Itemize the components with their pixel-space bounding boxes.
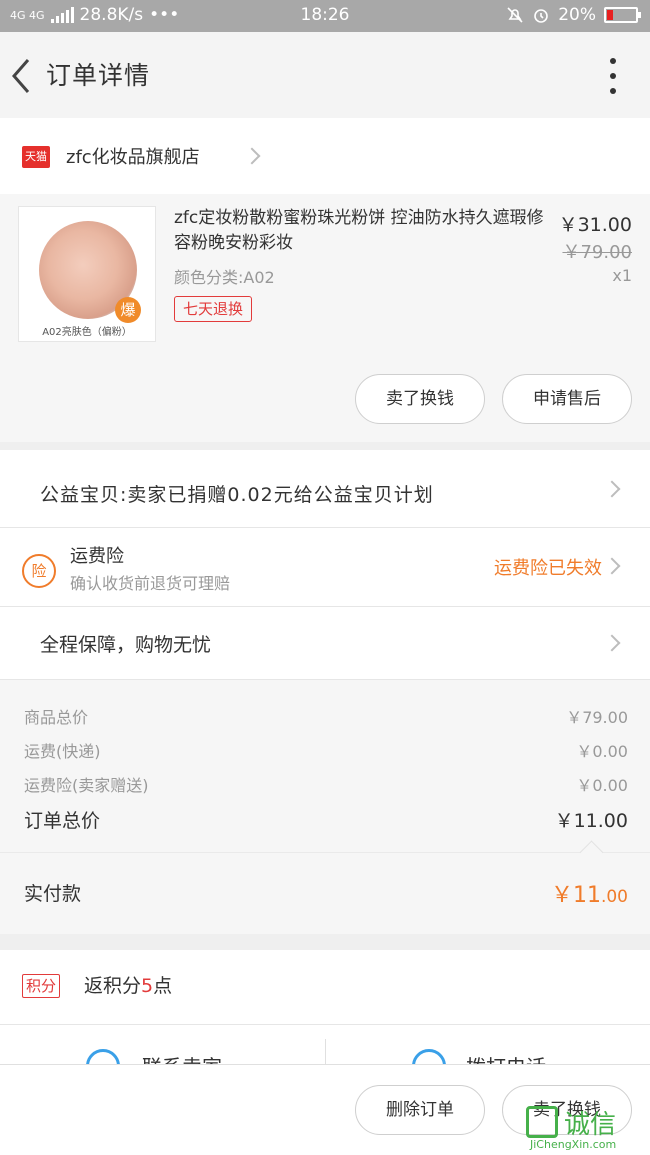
more-menu-icon[interactable] (608, 58, 618, 94)
phone-icon[interactable] (412, 1049, 446, 1064)
points-text: 返积分5点 (84, 971, 172, 998)
paid-label: 实付款 (24, 883, 82, 905)
points-badge: 积分 (22, 974, 61, 998)
insurance-status: 运费险已失效 (494, 558, 602, 579)
chevron-right-icon (603, 557, 621, 575)
back-arrow-icon[interactable] (8, 56, 36, 96)
clock: 18:26 (300, 5, 350, 25)
call-phone-button[interactable]: 拨打电话 (466, 1051, 546, 1064)
product-price: ￥31.00 (558, 214, 632, 236)
battery-percent: 20% (558, 5, 596, 25)
chat-icon[interactable] (86, 1049, 120, 1064)
chevron-right-icon (603, 480, 621, 498)
divider (325, 1039, 326, 1064)
store-row[interactable]: 天猫 zfc化妆品旗舰店 (0, 118, 650, 194)
paid-amount-main: ￥11 (550, 883, 601, 908)
return-policy-tag: 七天退换 (174, 296, 253, 322)
guarantee-row[interactable]: 全程保障，购物无忧 (0, 607, 650, 680)
insurance-icon: 险 (22, 554, 56, 588)
points-number: 5 (141, 975, 154, 997)
watermark-icon (526, 1106, 558, 1138)
paid-amount-row: 实付款 ￥11.00 (0, 852, 650, 934)
after-sale-button[interactable]: 申请售后 (502, 374, 632, 424)
insurance-title: 运费险 (70, 546, 124, 567)
store-name: zfc化妆品旗舰店 (66, 147, 200, 168)
points-prefix: 返积分 (84, 975, 142, 997)
delete-order-button[interactable]: 删除订单 (355, 1085, 485, 1135)
image-caption: A02亮肤色（偏粉） (42, 327, 132, 338)
status-bar: 4G 4G 28.8K/s ••• 18:26 20% (0, 0, 650, 32)
page-title: 订单详情 (46, 61, 151, 90)
product-original-price: ￥79.00 (562, 242, 632, 263)
points-suffix: 点 (153, 975, 173, 997)
sell-for-cash-button[interactable]: 卖了换钱 (355, 374, 485, 424)
nav-bar: 订单详情 (0, 32, 650, 118)
watermark-logo: 诚信 JiChengXin.com (526, 1104, 646, 1152)
product-attribute: 颜色分类:A02 (174, 268, 275, 287)
watermark-url: JiChengXin.com (530, 1138, 617, 1151)
insurance-fee-label: 运费险(卖家赠送) (24, 776, 149, 795)
contact-seller-button[interactable]: 联系卖家 (142, 1051, 222, 1064)
goods-total-value: ￥79.00 (566, 708, 628, 727)
tmall-logo-icon: 天猫 (22, 146, 50, 168)
battery-icon (604, 7, 641, 23)
product-image: 爆 A02亮肤色（偏粉） (18, 206, 156, 342)
shipping-value: ￥0.00 (576, 742, 628, 761)
paid-amount-decimal: .00 (600, 887, 628, 907)
guarantee-text: 全程保障，购物无忧 (40, 634, 212, 656)
shipping-label: 运费(快递) (24, 742, 101, 761)
price-summary: 商品总价 ￥79.00 运费(快递) ￥0.00 运费险(卖家赠送) ￥0.00 订单… (0, 680, 650, 852)
shipping-insurance-row[interactable]: 险 运费险 确认收货前退货可理赔 运费险已失效 (0, 528, 650, 607)
product-card[interactable]: 爆 A02亮肤色（偏粉） zfc定妆粉散粉蜜粉珠光粉饼 控油防水持久遮瑕修容粉晚… (0, 194, 650, 442)
charity-text: 公益宝贝:卖家已捐赠0.02元给公益宝贝计划 (40, 484, 434, 506)
charity-row[interactable]: 公益宝贝:卖家已捐赠0.02元给公益宝贝计划 (0, 450, 650, 528)
hot-badge: 爆 (115, 297, 141, 323)
watermark-text: 诚信 (564, 1110, 617, 1140)
chevron-right-icon (603, 634, 621, 652)
chevron-right-icon (243, 147, 261, 165)
order-total-label: 订单总价 (24, 810, 101, 832)
insurance-subtitle: 确认收货前退货可理赔 (70, 574, 231, 593)
order-total-value: ￥11.00 (554, 810, 628, 832)
product-title: zfc定妆粉散粉蜜粉珠光粉饼 控油防水持久遮瑕修容粉晚安粉彩妆 (174, 208, 544, 253)
points-row: 积分 返积分5点 (0, 950, 650, 1024)
alarm-icon (534, 9, 549, 23)
insurance-fee-value: ￥0.00 (576, 776, 628, 795)
contact-bar: 联系卖家 拨打电话 (0, 1024, 650, 1064)
goods-total-label: 商品总价 (24, 708, 89, 727)
paid-amount: ￥11.00 (551, 877, 628, 909)
mute-icon (507, 7, 523, 23)
product-quantity: x1 (612, 266, 632, 285)
